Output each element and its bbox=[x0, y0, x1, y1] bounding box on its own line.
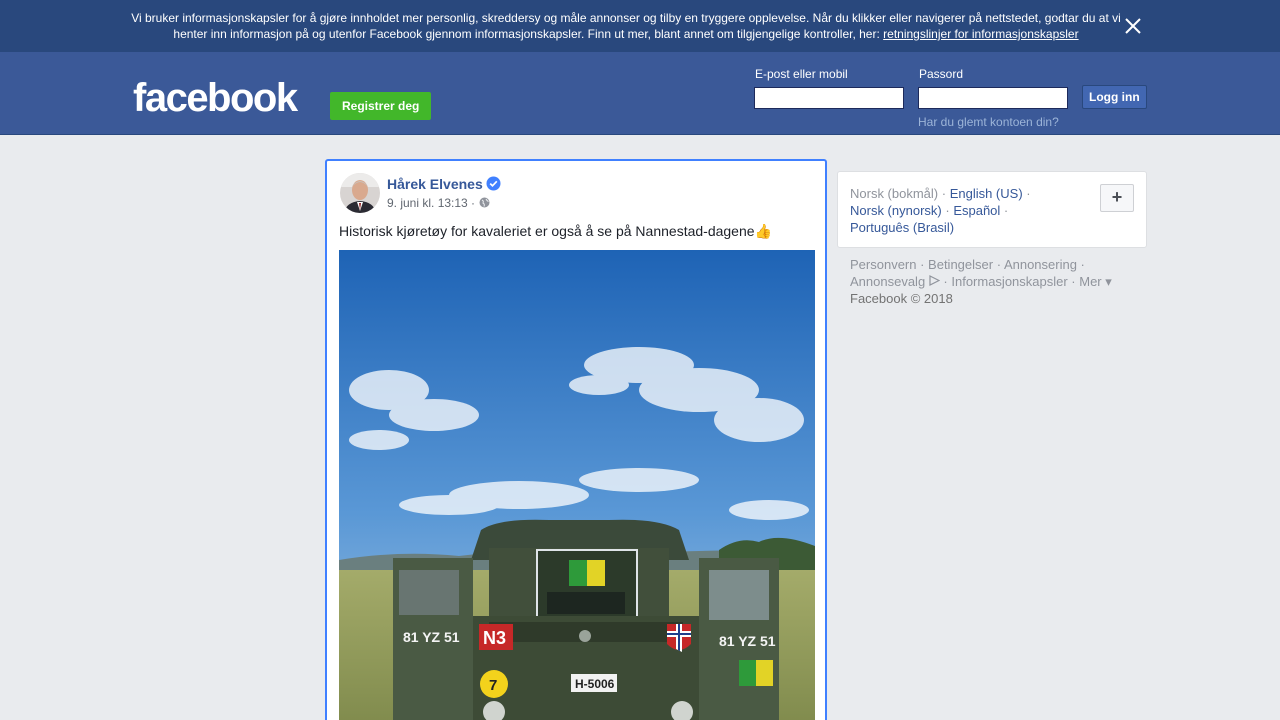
post-photo[interactable]: 81 YZ 51 N3 81 YZ 51 H-5006 7 bbox=[339, 250, 815, 720]
cookie-banner: Vi bruker informasjonskapsler for å gjør… bbox=[0, 0, 1280, 52]
footer-link-more[interactable]: Mer ▾ bbox=[1079, 274, 1112, 289]
forgot-account-link[interactable]: Har du glemt kontoen din? bbox=[918, 115, 1059, 129]
verified-badge-icon bbox=[486, 176, 501, 191]
ad-choices-icon bbox=[929, 274, 941, 289]
vehicle-plate-left: 81 YZ 51 bbox=[403, 629, 460, 645]
language-norsk-nynorsk[interactable]: Norsk (nynorsk) bbox=[850, 203, 942, 218]
footer-link-cookies[interactable]: Informasjonskapsler bbox=[951, 274, 1067, 289]
footer-link-advertising[interactable]: Annonsering bbox=[1004, 257, 1077, 272]
language-current: Norsk (bokmål) bbox=[850, 186, 939, 201]
footer-link-terms[interactable]: Betingelser bbox=[928, 257, 993, 272]
email-field[interactable] bbox=[754, 87, 904, 109]
close-icon[interactable] bbox=[1122, 15, 1144, 37]
more-languages-button[interactable]: + bbox=[1100, 184, 1134, 212]
post-timestamp[interactable]: 9. juni kl. 13:13 · bbox=[387, 196, 475, 210]
post-text: Historisk kjøretøy for kavaleriet er ogs… bbox=[339, 223, 772, 239]
footer-link-ad-choices[interactable]: Annonsevalg bbox=[850, 274, 941, 289]
email-label: E-post eller mobil bbox=[755, 67, 848, 81]
language-portugues-brasil[interactable]: Português (Brasil) bbox=[850, 220, 954, 235]
language-english-us[interactable]: English (US) bbox=[950, 186, 1023, 201]
facebook-logo[interactable]: facebook bbox=[133, 74, 298, 122]
caret-down-icon: ▾ bbox=[1105, 274, 1112, 289]
cookie-banner-text: Vi bruker informasjonskapsler for å gjør… bbox=[131, 11, 1121, 41]
globe-icon bbox=[479, 197, 490, 208]
footer-link-privacy[interactable]: Personvern bbox=[850, 257, 916, 272]
cookie-policy-link[interactable]: retningslinjer for informasjonskapsler bbox=[883, 27, 1078, 41]
vehicle-tag: N3 bbox=[483, 628, 506, 648]
password-field[interactable] bbox=[918, 87, 1068, 109]
post-author[interactable]: Hårek Elvenes bbox=[387, 175, 483, 193]
language-espanol[interactable]: Español bbox=[953, 203, 1000, 218]
vehicle-plate-right: 81 YZ 51 bbox=[719, 633, 776, 649]
avatar[interactable] bbox=[340, 173, 380, 213]
vehicle-badge: 7 bbox=[489, 677, 497, 694]
footer: Personvern · Betingelser · Annonsering ·… bbox=[850, 257, 1112, 306]
top-bar: facebook Registrer deg E-post eller mobi… bbox=[0, 52, 1280, 135]
language-selector: Norsk (bokmål) · English (US) · Norsk (n… bbox=[837, 171, 1147, 248]
copyright: Facebook © 2018 bbox=[850, 291, 953, 306]
vehicle-number: H-5006 bbox=[575, 677, 615, 691]
login-button[interactable]: Logg inn bbox=[1082, 85, 1147, 109]
register-button[interactable]: Registrer deg bbox=[330, 92, 432, 120]
post-card: Hårek Elvenes 9. juni kl. 13:13 · Histor… bbox=[325, 159, 827, 720]
password-label: Passord bbox=[919, 67, 964, 81]
language-list: Norsk (bokmål) · English (US) · Norsk (n… bbox=[850, 186, 1031, 235]
